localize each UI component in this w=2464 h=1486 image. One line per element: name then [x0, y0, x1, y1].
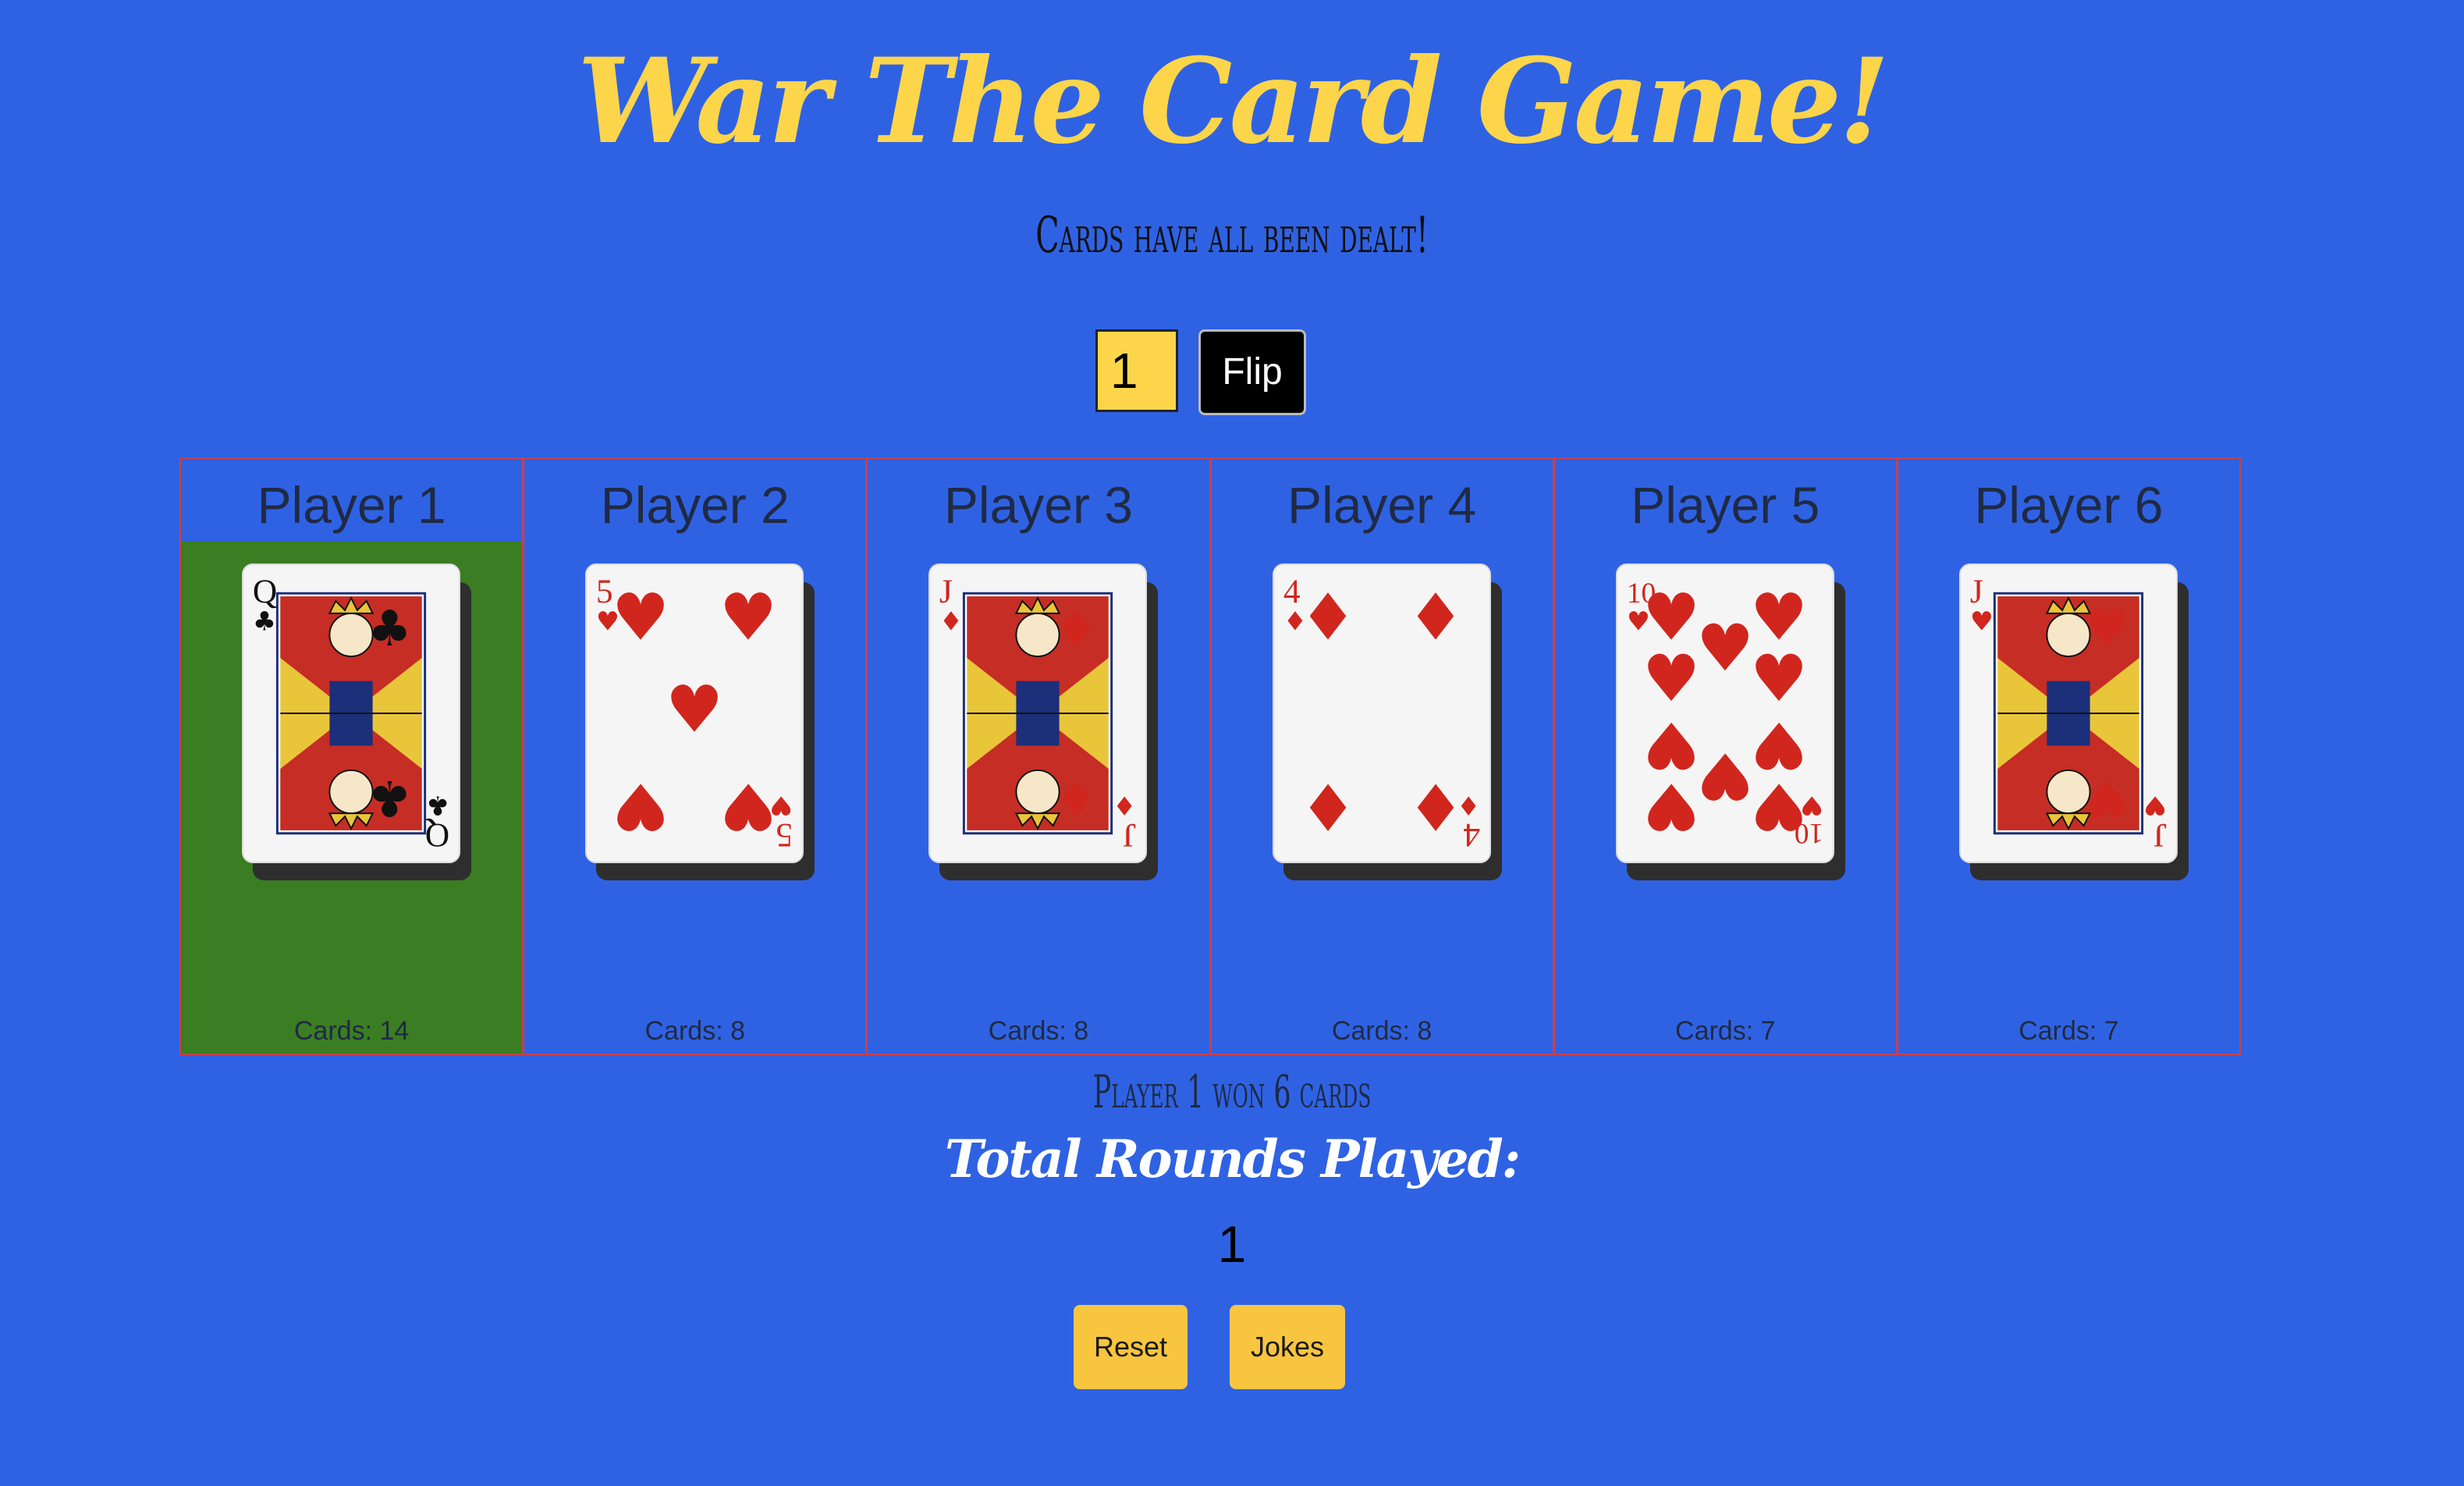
- player-panel-2: Player 2 5 ♥ 5 ♥ ♥ ♥ ♥ ♥ ♥ Cards: 8: [524, 459, 868, 1054]
- card-pip-icon: ♥: [612, 579, 669, 655]
- player-panel-6: Player 6 J ♥ J ♥ ♥ ♥ Cards: 7: [1898, 459, 2239, 1054]
- card-count: Cards: 8: [988, 1016, 1089, 1046]
- flip-button[interactable]: Flip: [1198, 329, 1306, 415]
- card-suit-icon: ♣: [253, 606, 276, 637]
- card-rank-label: J: [2153, 816, 2167, 854]
- card-pip-icon: ♥: [1696, 610, 1754, 686]
- card-pip-icon: ♥: [719, 579, 777, 655]
- war-count-input[interactable]: [1095, 329, 1178, 412]
- card-suit-icon: ♥: [1970, 606, 1994, 637]
- card-rank-label: J: [939, 573, 953, 610]
- card-pip-icon: ♥: [1696, 738, 1754, 813]
- card-pip-icon: ♥: [719, 769, 777, 844]
- card-face: 5♥5♥♥ ♥♥♥ ♥: [596, 573, 794, 854]
- card-rank-label: 4: [1283, 573, 1300, 610]
- rounds-value: 1: [1217, 1215, 1247, 1273]
- card-count: Cards: 7: [2018, 1016, 2119, 1046]
- deal-status: Cards have all been dealt!: [1035, 207, 1429, 265]
- player-name: Player 4: [1287, 476, 1477, 534]
- card-suit-icon: ♣: [367, 599, 412, 657]
- card-count: Cards: 8: [644, 1016, 746, 1046]
- player-name: Player 6: [1974, 476, 2164, 534]
- card-pip-icon: ♥: [1750, 769, 1808, 844]
- rounds-label: Total Rounds Played:: [944, 1129, 1521, 1189]
- playing-card: J ♦ J ♦ ♦ ♦: [928, 563, 1148, 863]
- card-suit-icon: ♥: [2143, 790, 2167, 820]
- game-title: War The Card Game!: [577, 33, 1890, 170]
- card-rank-label: 5: [596, 573, 613, 610]
- card-rank-label: J: [1124, 816, 1137, 854]
- card-pip-icon: ♥: [612, 769, 669, 844]
- playing-card: 5 ♥ 5 ♥ ♥ ♥ ♥ ♥ ♥: [585, 563, 804, 863]
- card-pip-icon: ♥: [1642, 641, 1700, 716]
- card-rank-label: Q: [425, 816, 449, 854]
- card-pip-icon: ♦: [1406, 769, 1464, 844]
- card-rank-label: Q: [253, 573, 277, 610]
- card-rank-label: J: [1970, 573, 1983, 610]
- player-panel-5: Player 5 10 ♥ 10 ♥ ♥ ♥ ♥ ♥ ♥ ♥ ♥ ♥ ♥ ♥ Cards: 7: [1555, 459, 1898, 1054]
- card-suit-icon: ♦: [1054, 770, 1099, 827]
- playing-card: 10 ♥ 10 ♥ ♥ ♥ ♥ ♥ ♥ ♥ ♥ ♥ ♥ ♥: [1615, 563, 1834, 863]
- card-count: Cards: 8: [1331, 1016, 1433, 1046]
- card-suit-icon: ♥: [2085, 599, 2129, 657]
- card-face: J♦J♦♦♦: [939, 573, 1137, 854]
- reset-button[interactable]: Reset: [1074, 1305, 1188, 1389]
- card-suit-icon: ♦: [1054, 599, 1099, 657]
- card-suit-icon: ♣: [367, 770, 412, 827]
- card-pip-icon: ♦: [1298, 579, 1356, 655]
- card-pip-icon: ♥: [666, 672, 723, 748]
- card-suit-icon: ♦: [1113, 790, 1136, 820]
- card-rank-label: 5: [776, 816, 794, 854]
- card-pip-icon: ♥: [1642, 769, 1700, 844]
- playing-card: 4 ♦ 4 ♦ ♦ ♦ ♦ ♦: [1272, 563, 1491, 863]
- player-panel-3: Player 3 J ♦ J ♦ ♦ ♦ Cards: 8: [868, 459, 1212, 1054]
- card-pip-icon: ♥: [1750, 641, 1808, 716]
- card-suit-icon: ♣: [426, 790, 449, 820]
- card-rank-label: 4: [1463, 816, 1480, 854]
- card-pip-icon: ♦: [1298, 769, 1356, 844]
- face-card-art: ♣♣: [275, 592, 427, 835]
- card-face: Q♣Q♣♣♣: [253, 573, 449, 854]
- card-pip-icon: ♦: [1406, 579, 1464, 655]
- round-result-message: Player 1 won 6 cards: [1092, 1065, 1372, 1118]
- player-name: Player 1: [257, 476, 446, 534]
- player-name: Player 2: [600, 476, 790, 534]
- card-face: J♥J♥♥♥: [1970, 573, 2167, 854]
- playing-card: Q ♣ Q ♣ ♣ ♣: [242, 563, 460, 863]
- player-board: Player 1 Q ♣ Q ♣ ♣ ♣ Cards: 14 Player 2 5 ♥ 5 ♥ ♥…: [179, 457, 2241, 1055]
- playing-card: J ♥ J ♥ ♥ ♥: [1958, 563, 2178, 863]
- card-face: 10♥10♥♥ ♥♥♥ ♥♥ ♥♥♥ ♥: [1627, 578, 1823, 849]
- card-count: Cards: 14: [293, 1016, 410, 1046]
- face-card-art: ♦♦: [963, 592, 1113, 835]
- card-suit-icon: ♦: [939, 606, 963, 637]
- face-card-art: ♥♥: [1993, 592, 2143, 835]
- card-suit-icon: ♥: [2085, 770, 2129, 827]
- card-face: 4♦4♦♦ ♦♦ ♦: [1283, 573, 1480, 854]
- card-count: Cards: 7: [1675, 1016, 1776, 1046]
- player-name: Player 3: [943, 476, 1133, 534]
- player-name: Player 5: [1631, 476, 1820, 534]
- jokes-button[interactable]: Jokes: [1230, 1305, 1345, 1389]
- player-panel-4: Player 4 4 ♦ 4 ♦ ♦ ♦ ♦ ♦ Cards: 8: [1212, 459, 1555, 1054]
- player-panel-1: Player 1 Q ♣ Q ♣ ♣ ♣ Cards: 14: [181, 459, 525, 1054]
